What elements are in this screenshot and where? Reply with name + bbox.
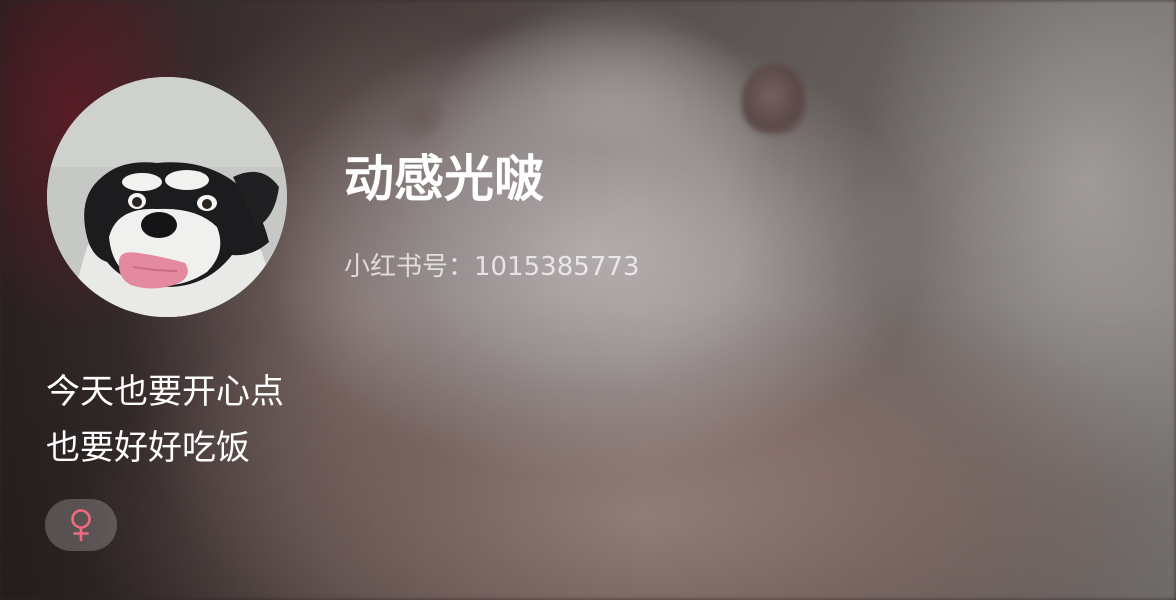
bio-line: 也要好好吃饭	[46, 428, 250, 468]
bio-line: 今天也要开心点	[46, 372, 284, 412]
gender-badge	[45, 499, 117, 551]
profile-header: 动感光啵 小红书号：1015385773 今天也要开心点 也要好好吃饭	[0, 0, 1176, 600]
profile-user-id: 小红书号：1015385773	[344, 252, 640, 282]
husky-dog-avatar-icon	[47, 77, 287, 317]
profile-bio: 今天也要开心点 也要好好吃饭	[46, 364, 284, 476]
profile-nickname: 动感光啵	[344, 150, 544, 208]
avatar[interactable]	[47, 77, 287, 317]
female-icon	[71, 509, 91, 542]
